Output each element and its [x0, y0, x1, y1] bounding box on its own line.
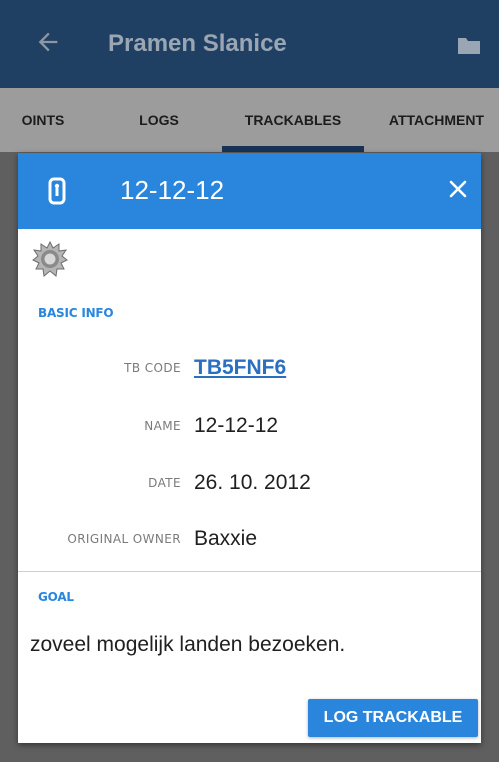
trackable-dialog: 12-12-12 BASIC INFO TB CODE TB5FNF6 NAME…: [18, 153, 481, 743]
original-owner-label: ORIGINAL OWNER: [67, 532, 181, 546]
folder-icon[interactable]: [456, 36, 482, 56]
original-owner-value: Baxxie: [194, 527, 258, 550]
tab-trackables[interactable]: TRACKABLES: [222, 88, 364, 152]
close-icon[interactable]: [448, 179, 468, 199]
tab-bar: OINTS LOGS TRACKABLES ATTACHMENT: [0, 88, 499, 152]
app-bar: Pramen Slanice: [0, 0, 499, 88]
name-label: NAME: [144, 419, 181, 433]
arrow-left-icon[interactable]: [34, 28, 62, 56]
divider: [18, 571, 481, 572]
screen-title: Pramen Slanice: [108, 30, 287, 57]
trackable-badge-icon: [32, 241, 68, 277]
goal-text: zoveel mogelijk landen bezoeken.: [30, 633, 346, 656]
goal-heading: GOAL: [38, 590, 74, 604]
dialog-header: 12-12-12: [18, 153, 481, 229]
tab-logs[interactable]: LOGS: [96, 88, 222, 152]
trackable-tag-icon: [48, 177, 66, 205]
date-value: 26. 10. 2012: [194, 471, 311, 494]
tb-code-link[interactable]: TB5FNF6: [194, 356, 286, 380]
log-trackable-button[interactable]: LOG TRACKABLE: [308, 699, 478, 737]
date-label: DATE: [148, 476, 181, 490]
tab-attachments[interactable]: ATTACHMENT: [374, 88, 499, 152]
tb-code-label: TB CODE: [124, 361, 181, 375]
tab-indicator: [222, 146, 364, 152]
basic-info-heading: BASIC INFO: [38, 306, 114, 320]
tab-points[interactable]: OINTS: [0, 88, 86, 152]
dialog-title: 12-12-12: [120, 175, 225, 205]
name-value: 12-12-12: [194, 414, 279, 437]
